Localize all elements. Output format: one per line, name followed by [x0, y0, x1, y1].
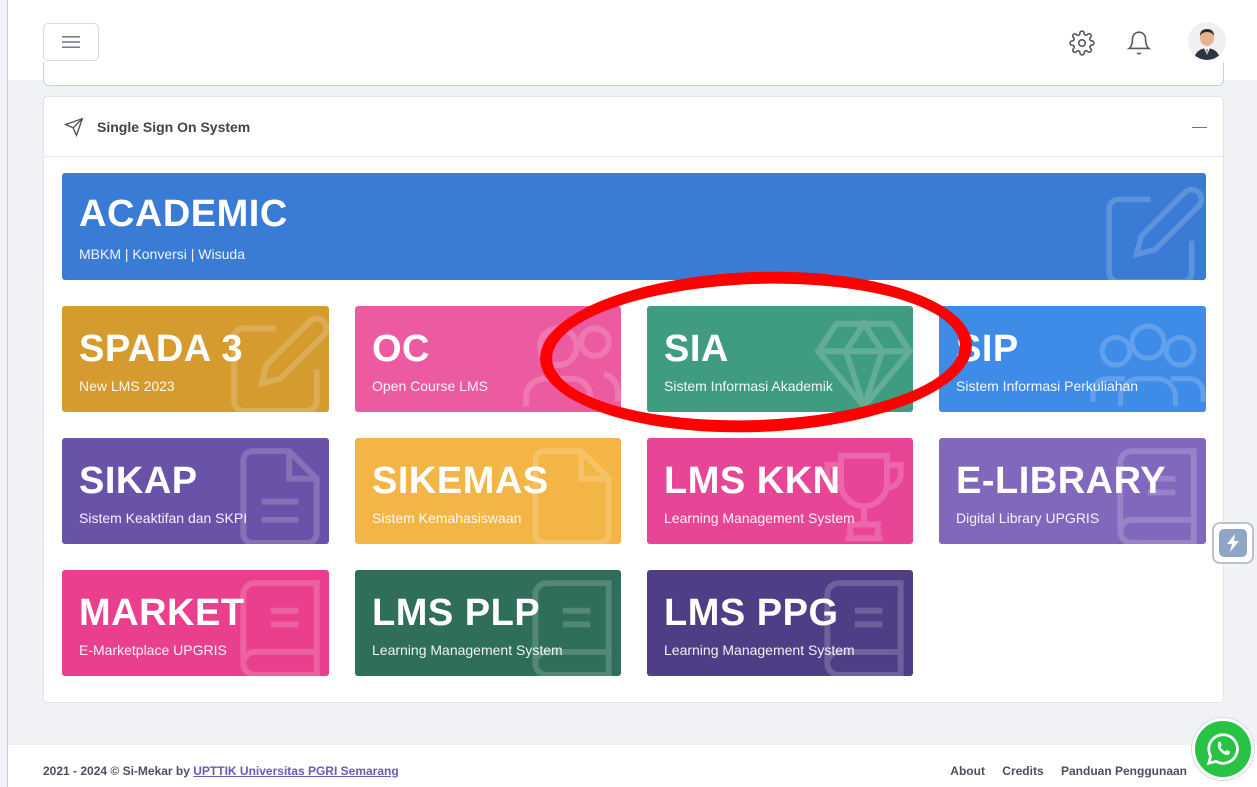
tile-lms-ppg[interactable]: LMS PPG Learning Management System: [647, 570, 913, 676]
tile-title: SIKEMAS: [372, 460, 549, 502]
bell-icon[interactable]: [1126, 30, 1152, 56]
copyright-prefix: 2021 - 2024 © Si-Mekar by: [43, 764, 194, 778]
tile-title: SIA: [664, 328, 729, 370]
tile-sikemas[interactable]: SIKEMAS Sistem Kemahasiswaan: [355, 438, 621, 544]
tile-academic[interactable]: ACADEMIC MBKM | Konversi | Wisuda: [62, 173, 1206, 280]
tile-subtitle: Sistem Informasi Perkuliahan: [956, 378, 1139, 394]
minus-icon[interactable]: [1192, 127, 1207, 128]
document-icon: [240, 448, 320, 544]
tile-subtitle: Sistem Informasi Akademik: [664, 378, 833, 394]
users-icon: [1090, 323, 1206, 407]
tile-market[interactable]: MARKET E-Marketplace UPGRIS: [62, 570, 329, 676]
footer-link-credits[interactable]: Credits: [1002, 764, 1043, 778]
tile-lms-plp[interactable]: LMS PLP Learning Management System: [355, 570, 621, 676]
tile-sikap[interactable]: SIKAP Sistem Keaktifan dan SKPI: [62, 438, 329, 544]
side-floating-button[interactable]: [1212, 522, 1254, 564]
tile-title: SIKAP: [79, 460, 198, 502]
hamburger-menu-button[interactable]: [43, 23, 99, 61]
tile-title: OC: [372, 328, 430, 370]
tile-subtitle: Sistem Kemahasiswaan: [372, 510, 522, 526]
gear-icon[interactable]: [1069, 30, 1095, 56]
tile-spada-3[interactable]: SPADA 3 New LMS 2023: [62, 306, 329, 412]
footer-link-about[interactable]: About: [950, 764, 985, 778]
tile-title: LMS PLP: [372, 592, 541, 634]
tile-subtitle: Open Course LMS: [372, 378, 488, 394]
avatar-illustration-icon: [1188, 22, 1226, 60]
tile-oc[interactable]: OC Open Course LMS: [355, 306, 621, 412]
tile-title: MARKET: [79, 592, 245, 634]
copyright-text: 2021 - 2024 © Si-Mekar by UPTTIK Univers…: [43, 764, 399, 778]
copyright-link[interactable]: UPTTIK Universitas PGRI Semarang: [193, 764, 398, 778]
tile-sip[interactable]: SIP Sistem Informasi Perkuliahan: [939, 306, 1206, 412]
tile-subtitle: New LMS 2023: [79, 378, 175, 394]
tile-title: LMS PPG: [664, 592, 839, 634]
tile-subtitle: Sistem Keaktifan dan SKPI: [79, 510, 248, 526]
diamond-icon: [814, 318, 913, 412]
lightning-icon: [1227, 534, 1239, 552]
tile-subtitle: Learning Management System: [664, 510, 855, 526]
footer-link-panduan[interactable]: Panduan Penggunaan: [1061, 764, 1187, 778]
tile-subtitle: Learning Management System: [664, 642, 855, 658]
hamburger-icon: [62, 36, 80, 48]
left-border: [7, 0, 8, 787]
tile-subtitle: Learning Management System: [372, 642, 563, 658]
tile-subtitle: Digital Library UPGRIS: [956, 510, 1100, 526]
users-icon: [523, 325, 621, 407]
footer: 2021 - 2024 © Si-Mekar by UPTTIK Univers…: [8, 745, 1257, 787]
user-avatar[interactable]: [1188, 22, 1226, 60]
alert-strip: [43, 62, 1224, 86]
tile-title: E-LIBRARY: [956, 460, 1166, 502]
panel-header: Single Sign On System: [44, 97, 1223, 157]
tile-title: SIP: [956, 328, 1019, 370]
side-button-inner: [1219, 529, 1247, 557]
edit-icon: [1106, 186, 1205, 280]
whatsapp-button[interactable]: [1192, 718, 1254, 780]
panel-title: Single Sign On System: [97, 119, 251, 135]
tile-title: SPADA 3: [79, 328, 243, 370]
whatsapp-icon: [1206, 733, 1239, 766]
tile-subtitle: E-Marketplace UPGRIS: [79, 642, 227, 658]
tile-sia[interactable]: SIA Sistem Informasi Akademik: [647, 306, 913, 412]
tile-lms-kkn[interactable]: LMS KKN Learning Management System: [647, 438, 913, 544]
tile-e-library[interactable]: E-LIBRARY Digital Library UPGRIS: [939, 438, 1206, 544]
footer-links: About Credits Panduan Penggunaan: [936, 764, 1187, 778]
tile-title: ACADEMIC: [79, 193, 288, 235]
tile-subtitle: MBKM | Konversi | Wisuda: [79, 246, 245, 262]
tile-title: LMS KKN: [664, 460, 841, 502]
send-icon: [64, 117, 84, 137]
